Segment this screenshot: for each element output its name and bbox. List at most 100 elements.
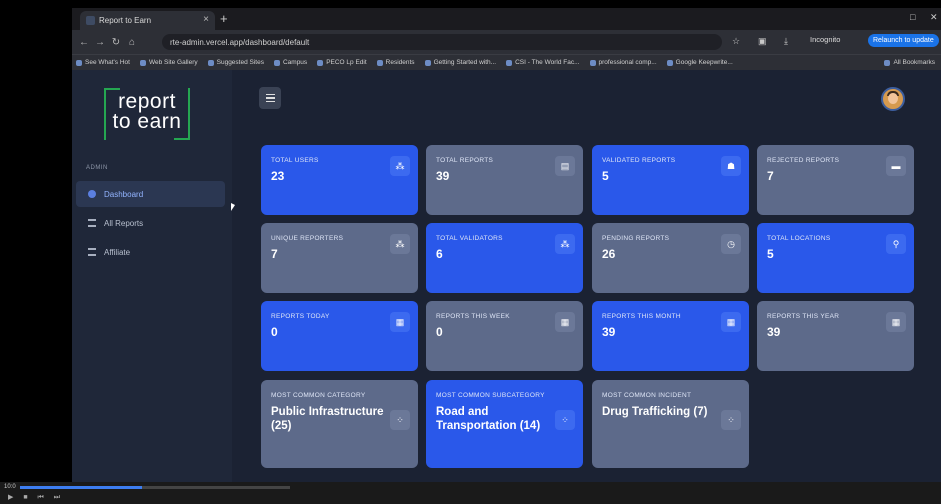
stat-label: REPORTS THIS YEAR	[767, 313, 840, 320]
maximize-icon[interactable]: □	[910, 12, 915, 22]
back-icon[interactable]: ←	[76, 37, 92, 48]
stat-label: TOTAL REPORTS	[436, 157, 494, 164]
bookmark-icon	[376, 59, 383, 66]
bookmark-item[interactable]: PECO Lp Edit	[317, 59, 367, 66]
stat-card-rejected-reports: REJECTED REPORTS 7 ▬	[757, 145, 914, 215]
bookmarks-bar: See What's Hot Web Site Gallery Suggeste…	[72, 54, 941, 70]
bookmark-item[interactable]: CSI - The World Fac...	[506, 59, 580, 66]
stat-card-total-reports: TOTAL REPORTS 39 ▤	[426, 145, 583, 215]
bookmark-item[interactable]: Getting Started with...	[424, 59, 496, 66]
calendar-icon: ▦	[555, 312, 575, 332]
star-icon[interactable]: ☆	[732, 36, 740, 47]
bookmark-item[interactable]: See What's Hot	[76, 59, 130, 66]
video-player-bar: 10:0 ▶ ■ ⏮ ⏭	[0, 482, 941, 504]
bookmark-icon	[589, 59, 596, 66]
stat-label: REPORTS THIS WEEK	[436, 313, 510, 320]
stat-card-total-users: TOTAL USERS 23 ⁂	[261, 145, 418, 215]
list-icon	[88, 219, 96, 227]
stat-card-total-locations: TOTAL LOCATIONS 5 ⚲	[757, 223, 914, 293]
bookmark-icon	[666, 59, 673, 66]
calendar-icon: ▦	[390, 312, 410, 332]
stat-card-reports-this-week: REPORTS THIS WEEK 0 ▦	[426, 301, 583, 371]
new-tab-icon[interactable]: +	[220, 11, 228, 26]
stat-value: 39	[767, 325, 781, 339]
reload-icon[interactable]: ↻	[108, 37, 124, 48]
stat-value: 5	[602, 169, 609, 183]
bookmark-item[interactable]: Web Site Gallery	[139, 59, 198, 66]
sidebar: report to earn ADMIN Dashboard All Repor…	[72, 70, 232, 482]
stat-value: Drug Trafficking (7)	[602, 406, 708, 418]
sidebar-item-dashboard[interactable]: Dashboard	[76, 181, 225, 207]
list-icon	[88, 248, 96, 256]
tab-title: Report to Earn	[99, 16, 152, 25]
stat-label: MOST COMMON SUBCATEGORY	[436, 392, 545, 399]
stat-card-total-validators: TOTAL VALIDATORS 6 ⁂	[426, 223, 583, 293]
browser-window: Report to Earn × + □ ✕ ← → ↻ ⌂ rte-admin…	[72, 8, 941, 482]
stat-card-unique-reporters: UNIQUE REPORTERS 7 ⁂	[261, 223, 418, 293]
close-window-icon[interactable]: ✕	[930, 12, 938, 23]
relaunch-button[interactable]: Relaunch to update	[868, 34, 939, 47]
users-icon: ⁂	[390, 234, 410, 254]
folder-icon	[884, 59, 891, 66]
favicon-icon	[86, 16, 95, 25]
bookmark-icon	[424, 59, 431, 66]
users-icon: ⁂	[555, 234, 575, 254]
forward-icon[interactable]: →	[92, 37, 108, 48]
bookmark-item[interactable]: Campus	[273, 59, 307, 66]
ghost-icon: ☗	[721, 156, 741, 176]
sidebar-item-affiliate[interactable]: Affiliate	[76, 239, 225, 265]
stat-value: 6	[436, 247, 443, 261]
bookmark-icon	[139, 59, 146, 66]
bookmark-item[interactable]: Google Keepwrite...	[666, 59, 733, 66]
incognito-label[interactable]: Incognito	[810, 35, 840, 44]
users-icon: ⁂	[390, 156, 410, 176]
all-bookmarks[interactable]: All Bookmarks	[884, 59, 941, 66]
address-bar[interactable]: rte-admin.vercel.app/dashboard/default	[162, 34, 722, 50]
stat-value: 26	[602, 247, 616, 261]
video-progress-bar[interactable]	[20, 486, 290, 489]
sidebar-item-label: Affiliate	[104, 247, 131, 257]
stat-card-reports-today: REPORTS TODAY 0 ▦	[261, 301, 418, 371]
sidebar-item-label: Dashboard	[104, 189, 144, 199]
menu-toggle-button[interactable]	[259, 87, 281, 109]
logo-line-1: report	[118, 90, 176, 113]
stat-value: 23	[271, 169, 285, 183]
stat-label: REPORTS TODAY	[271, 313, 330, 320]
logo-line-2: to earn	[112, 110, 182, 133]
stat-value: 39	[602, 325, 616, 339]
document-icon: ▤	[555, 156, 575, 176]
report-to-earn-logo[interactable]: report to earn	[104, 88, 190, 140]
dashboard-icon	[88, 190, 96, 198]
main-content: TOTAL USERS 23 ⁂ TOTAL REPORTS 39 ▤ VALIDATED …	[232, 70, 941, 482]
stat-card-reports-this-year: REPORTS THIS YEAR 39 ▦	[757, 301, 914, 371]
stat-card-most-common-subcategory: MOST COMMON SUBCATEGORY Road and Transpor…	[426, 380, 583, 468]
bookmark-icon	[76, 59, 82, 66]
stat-label: MOST COMMON INCIDENT	[602, 392, 692, 399]
stat-label: MOST COMMON CATEGORY	[271, 392, 366, 399]
avatar[interactable]	[881, 87, 905, 111]
browser-tab[interactable]: Report to Earn ×	[80, 11, 215, 30]
timecode: 10:0	[4, 484, 16, 490]
player-controls[interactable]: ▶ ■ ⏮ ⏭	[8, 493, 64, 502]
bookmark-item[interactable]: Residents	[376, 59, 415, 66]
close-tab-icon[interactable]: ×	[203, 14, 209, 25]
stat-label: UNIQUE REPORTERS	[271, 235, 344, 242]
stat-label: TOTAL LOCATIONS	[767, 235, 831, 242]
stat-card-reports-this-month: REPORTS THIS MONTH 39 ▦	[592, 301, 749, 371]
bookmark-item[interactable]: Suggested Sites	[207, 59, 264, 66]
stat-label: VALIDATED REPORTS	[602, 157, 676, 164]
sidebar-item-label: All Reports	[104, 218, 144, 228]
bookmark-item[interactable]: professional comp...	[589, 59, 657, 66]
extensions-icon[interactable]: ▣	[758, 36, 767, 47]
stat-label: REJECTED REPORTS	[767, 157, 840, 164]
stat-value: 0	[436, 325, 443, 339]
url-text: rte-admin.vercel.app/dashboard/default	[170, 37, 310, 47]
download-icon[interactable]: ⤓	[784, 36, 788, 47]
grid-icon: ⁘	[555, 410, 575, 430]
bookmark-icon	[506, 59, 513, 66]
stat-value: 39	[436, 169, 450, 183]
menu-icon	[265, 93, 275, 96]
home-icon[interactable]: ⌂	[124, 37, 140, 48]
sidebar-item-all-reports[interactable]: All Reports	[76, 210, 225, 236]
stat-value: 7	[271, 247, 278, 261]
